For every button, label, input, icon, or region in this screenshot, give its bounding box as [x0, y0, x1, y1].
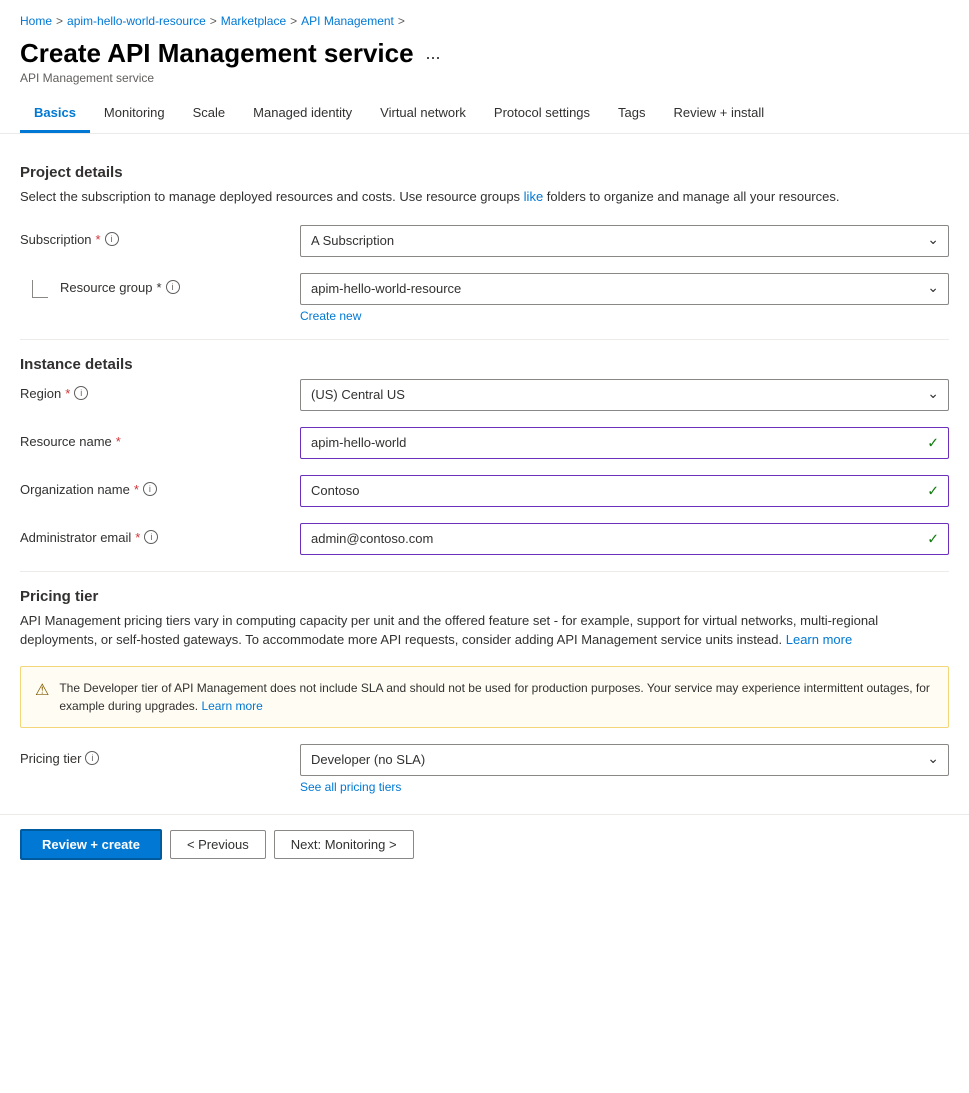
create-new-link[interactable]: Create new: [300, 309, 361, 323]
subscription-info-icon[interactable]: i: [105, 232, 119, 246]
tab-basics[interactable]: Basics: [20, 95, 90, 133]
resource-name-input[interactable]: [300, 427, 949, 459]
resource-group-label: Resource group * i: [60, 273, 300, 295]
region-select-wrapper: (US) Central US: [300, 379, 949, 411]
subscription-label: Subscription * i: [20, 225, 300, 247]
bottom-bar: Review + create < Previous Next: Monitor…: [0, 814, 969, 874]
resource-name-label: Resource name *: [20, 427, 300, 449]
region-info-icon[interactable]: i: [74, 386, 88, 400]
instance-details-header: Instance details: [20, 356, 949, 373]
next-button[interactable]: Next: Monitoring >: [274, 830, 414, 859]
admin-email-check-icon: ✓: [927, 530, 939, 547]
tab-tags[interactable]: Tags: [604, 95, 659, 133]
organization-check-icon: ✓: [927, 482, 939, 499]
admin-email-label: Administrator email * i: [20, 523, 300, 545]
resource-group-select[interactable]: apim-hello-world-resource: [300, 273, 949, 305]
organization-name-label: Organization name * i: [20, 475, 300, 497]
breadcrumb: Home > apim-hello-world-resource > Marke…: [0, 0, 969, 34]
admin-email-info-icon[interactable]: i: [144, 530, 158, 544]
resource-group-row: Resource group * i apim-hello-world-reso…: [20, 273, 949, 323]
divider-2: [20, 571, 949, 572]
warning-icon: ⚠: [35, 680, 49, 715]
resource-group-select-wrapper: apim-hello-world-resource: [300, 273, 949, 305]
breadcrumb-marketplace[interactable]: Marketplace: [221, 14, 286, 28]
tab-review-install[interactable]: Review + install: [660, 95, 779, 133]
tab-scale[interactable]: Scale: [179, 95, 240, 133]
tab-virtual-network[interactable]: Virtual network: [366, 95, 480, 133]
subscription-select-wrapper: A Subscription: [300, 225, 949, 257]
organization-info-icon[interactable]: i: [143, 482, 157, 496]
subscription-row: Subscription * i A Subscription: [20, 225, 949, 257]
warning-text: The Developer tier of API Management doe…: [59, 679, 934, 715]
like-link[interactable]: like: [524, 189, 544, 204]
review-create-button[interactable]: Review + create: [20, 829, 162, 860]
tabs-nav: Basics Monitoring Scale Managed identity…: [0, 95, 969, 134]
organization-name-row: Organization name * i ✓: [20, 475, 949, 507]
page-title: Create API Management service: [20, 38, 414, 69]
pricing-tier-info-icon[interactable]: i: [85, 751, 99, 765]
warning-learn-more-link[interactable]: Learn more: [201, 699, 262, 713]
pricing-tier-header: Pricing tier: [20, 588, 949, 605]
page-subtitle: API Management service: [20, 71, 949, 85]
pricing-tier-select[interactable]: Developer (no SLA): [300, 744, 949, 776]
resource-name-row: Resource name * ✓: [20, 427, 949, 459]
pricing-tier-desc: API Management pricing tiers vary in com…: [20, 611, 949, 650]
region-select[interactable]: (US) Central US: [300, 379, 949, 411]
region-label: Region * i: [20, 379, 300, 401]
tab-managed-identity[interactable]: Managed identity: [239, 95, 366, 133]
resource-name-check-icon: ✓: [927, 434, 939, 451]
breadcrumb-home[interactable]: Home: [20, 14, 52, 28]
resource-group-info-icon[interactable]: i: [166, 280, 180, 294]
tab-monitoring[interactable]: Monitoring: [90, 95, 179, 133]
region-row: Region * i (US) Central US: [20, 379, 949, 411]
pricing-learn-more-link[interactable]: Learn more: [786, 632, 852, 647]
breadcrumb-resource[interactable]: apim-hello-world-resource: [67, 14, 206, 28]
divider-1: [20, 339, 949, 340]
ellipsis-button[interactable]: ...: [422, 41, 445, 66]
pricing-tier-label: Pricing tier i: [20, 744, 300, 766]
see-all-pricing-tiers-link[interactable]: See all pricing tiers: [300, 780, 401, 794]
previous-button[interactable]: < Previous: [170, 830, 266, 859]
project-details-desc: Select the subscription to manage deploy…: [20, 187, 949, 207]
pricing-tier-select-wrapper: Developer (no SLA): [300, 744, 949, 776]
admin-email-row: Administrator email * i ✓: [20, 523, 949, 555]
page-title-section: Create API Management service ... API Ma…: [0, 34, 969, 95]
pricing-tier-row: Pricing tier i Developer (no SLA) See al…: [20, 744, 949, 794]
organization-name-input[interactable]: [300, 475, 949, 507]
breadcrumb-api-management[interactable]: API Management: [301, 14, 394, 28]
admin-email-input[interactable]: [300, 523, 949, 555]
tab-protocol-settings[interactable]: Protocol settings: [480, 95, 604, 133]
warning-box: ⚠ The Developer tier of API Management d…: [20, 666, 949, 728]
project-details-header: Project details: [20, 164, 949, 181]
subscription-select[interactable]: A Subscription: [300, 225, 949, 257]
